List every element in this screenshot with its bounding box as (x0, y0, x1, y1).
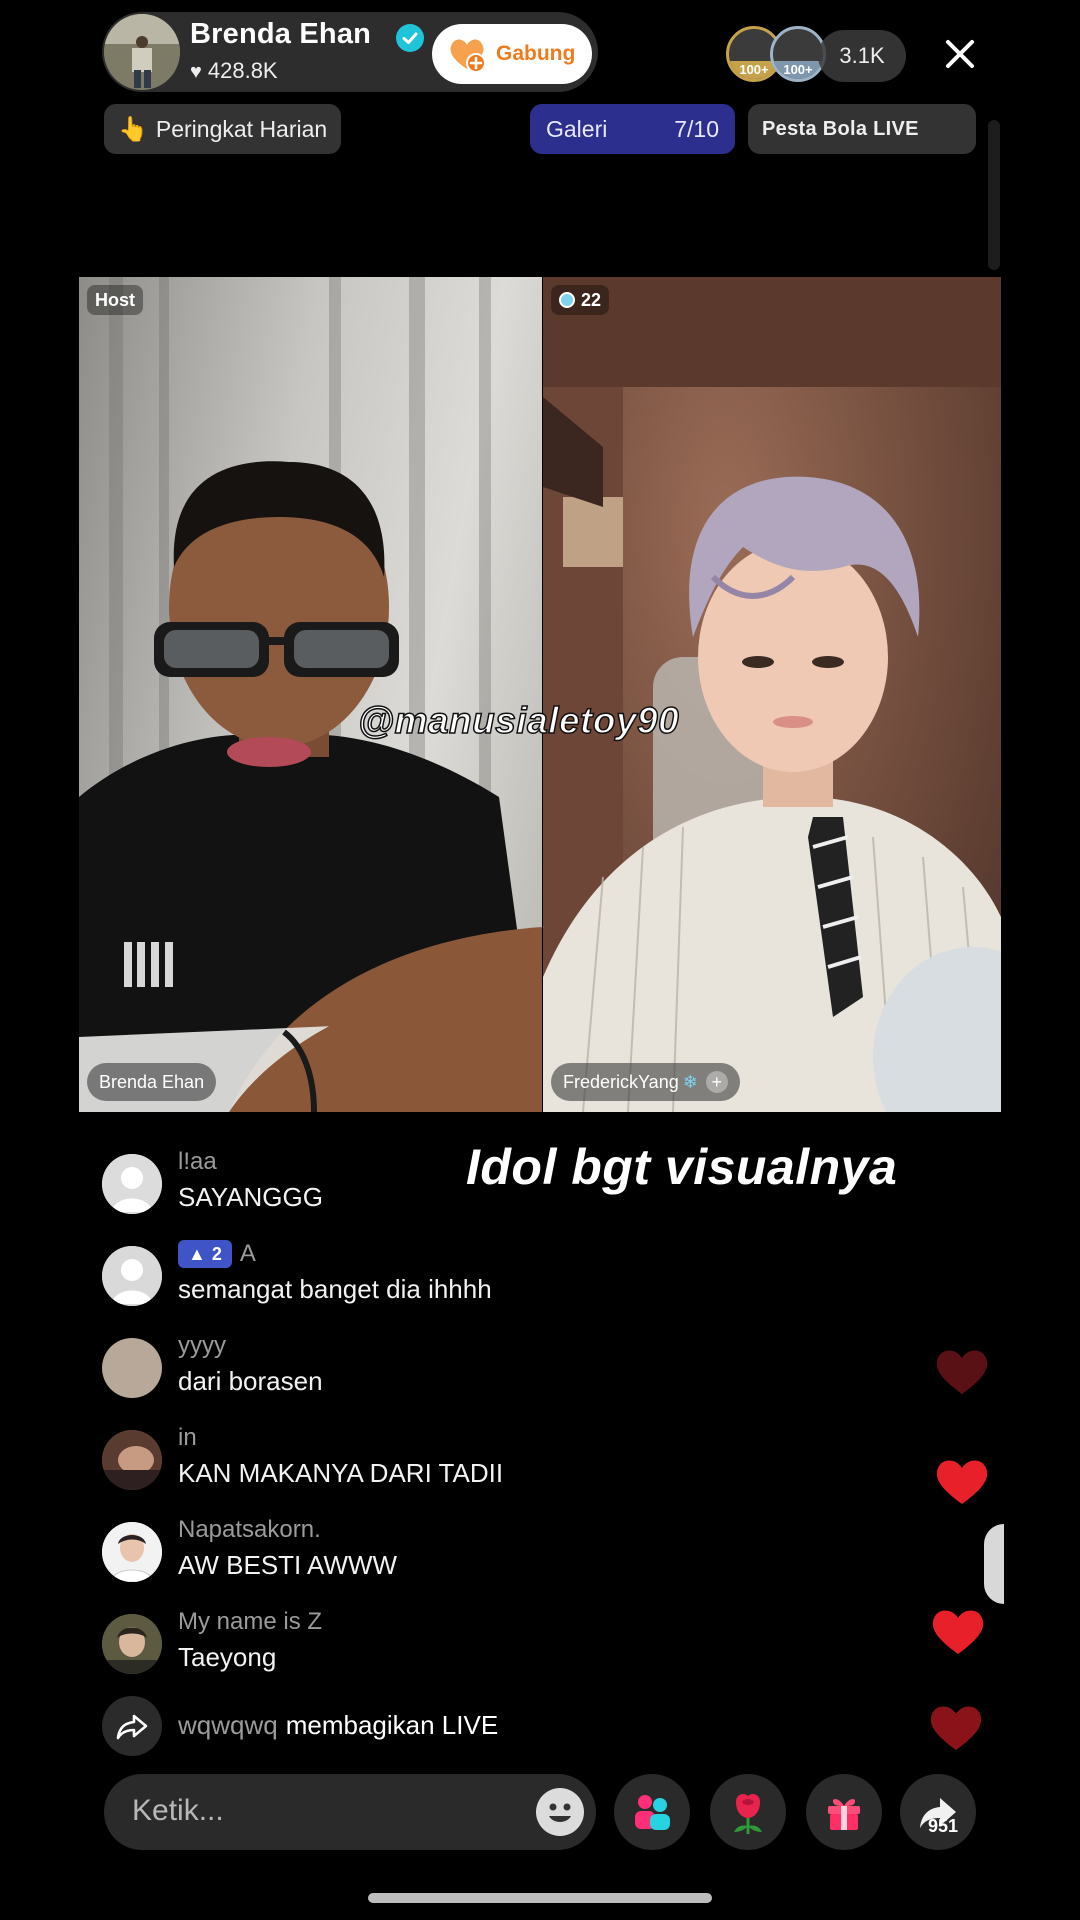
host-likes-count: 428.8K (207, 58, 278, 83)
gift-icon (828, 1799, 860, 1830)
join-label: Gabung (496, 42, 576, 65)
user-avatar[interactable] (102, 1614, 162, 1674)
comment-text: Taeyong (178, 1642, 277, 1672)
share-button[interactable] (900, 1774, 976, 1850)
share-event-text: wqwqwq membagikan LIVE (178, 1710, 498, 1741)
rank-label: Peringkat Harian (155, 115, 328, 142)
comment-item[interactable]: ▲ 2 A semangat banget dia ihhhh (102, 1240, 862, 1324)
heart-icon: ♥ (190, 61, 202, 83)
host-video-image (79, 277, 542, 1112)
snowflake-icon: ❄ (682, 1071, 698, 1092)
party-label: Pesta Bola LIVE (762, 117, 919, 140)
viewer-count[interactable]: 3.1K (818, 30, 906, 82)
comment-user[interactable]: Napatsakorn. (178, 1516, 321, 1544)
comment-user-name: A (239, 1240, 256, 1267)
close-icon[interactable] (938, 32, 982, 76)
comment-text: KAN MAKANYA DARI TADII (178, 1458, 504, 1488)
user-avatar[interactable] (102, 1522, 162, 1582)
add-icon[interactable]: + (705, 1071, 728, 1093)
host-video-panel[interactable]: Host Brenda Ehan (79, 277, 542, 1112)
user-avatar[interactable] (102, 1430, 162, 1490)
level-icon: ▲ (188, 1243, 206, 1264)
comment-user[interactable]: l!aa (178, 1148, 217, 1176)
guest-score-tag: 22 (551, 285, 610, 315)
comment-item[interactable]: My name is Z Taeyong (102, 1608, 862, 1692)
guest-score: 22 (581, 289, 602, 310)
comment-text: semangat banget dia ihhhh (178, 1274, 492, 1304)
heart-plus-icon (446, 33, 488, 75)
comment-item[interactable]: Napatsakorn. AW BESTI AWWW (102, 1516, 862, 1600)
guest-name: FrederickYang (563, 1071, 679, 1092)
viewer-badge: 100+ (773, 61, 823, 79)
verified-icon (396, 24, 424, 52)
comment-item[interactable]: yyyy dari borasen (102, 1332, 862, 1416)
home-indicator[interactable] (368, 1893, 712, 1903)
side-bubble (984, 1524, 1004, 1604)
share-count: 951 (928, 1816, 959, 1836)
comment-user[interactable]: yyyy (178, 1332, 226, 1360)
co-host-button[interactable] (614, 1774, 690, 1850)
host-tag: Host (87, 285, 143, 315)
gallery-progress: 7/10 (674, 115, 719, 142)
host-name[interactable]: Brenda Ehan (190, 18, 371, 51)
watermark-text: @manusialetoy90 (357, 699, 680, 742)
host-likes: ♥ 428.8K (190, 58, 278, 84)
comment-item[interactable]: in KAN MAKANYA DARI TADII (102, 1424, 862, 1508)
share-arrow-icon (102, 1696, 162, 1756)
comment-text: dari borasen (178, 1366, 323, 1396)
default-avatar[interactable] (102, 1154, 162, 1214)
side-scroll-edge (988, 120, 1000, 270)
comment-text: AW BESTI AWWW (178, 1550, 398, 1580)
share-event-user[interactable]: wqwqwq (178, 1710, 278, 1740)
level-badge: ▲ 2 (178, 1240, 232, 1268)
gift-button[interactable] (806, 1774, 882, 1850)
comment-user[interactable]: in (178, 1424, 197, 1452)
rose-icon (734, 1794, 762, 1834)
daily-rank-pill[interactable]: 👆 Peringkat Harian (104, 104, 342, 154)
people-icon (635, 1795, 670, 1830)
floating-heart-icon (930, 1706, 982, 1750)
comment-user[interactable]: My name is Z (178, 1608, 322, 1636)
comment-input[interactable]: Ketik... (104, 1774, 596, 1850)
guest-video-panel[interactable]: 22 FrederickYang ❄ + (543, 277, 1001, 1112)
comment-user[interactable]: ▲ 2 A (178, 1240, 256, 1268)
level-number: 2 (211, 1243, 222, 1264)
comment-text: SAYANGGG (178, 1182, 323, 1212)
gallery-pill[interactable]: Galeri 7/10 (530, 104, 735, 154)
guest-video-image (543, 277, 1001, 1112)
emoji-icon[interactable] (536, 1788, 584, 1836)
user-avatar[interactable] (102, 1338, 162, 1398)
party-live-pill[interactable]: Pesta Bola LIVE (748, 104, 976, 154)
join-button[interactable]: Gabung (432, 24, 592, 84)
default-avatar[interactable] (102, 1246, 162, 1306)
guest-panel-name[interactable]: FrederickYang ❄ + (551, 1063, 740, 1101)
floating-heart-icon (932, 1610, 984, 1654)
share-event-message: membagikan LIVE (285, 1710, 499, 1740)
hand-icon: 👆 (118, 115, 148, 143)
gem-icon (559, 292, 575, 308)
host-panel-name[interactable]: Brenda Ehan (87, 1063, 217, 1101)
floating-heart-icon (936, 1350, 988, 1394)
floating-heart-icon (936, 1460, 988, 1504)
comment-input-placeholder: Ketik... (132, 1794, 224, 1827)
comment-item[interactable]: l!aa SAYANGGG (102, 1148, 862, 1232)
host-avatar[interactable] (104, 14, 180, 90)
rose-gift-button[interactable] (710, 1774, 786, 1850)
gallery-label: Galeri (546, 115, 608, 142)
